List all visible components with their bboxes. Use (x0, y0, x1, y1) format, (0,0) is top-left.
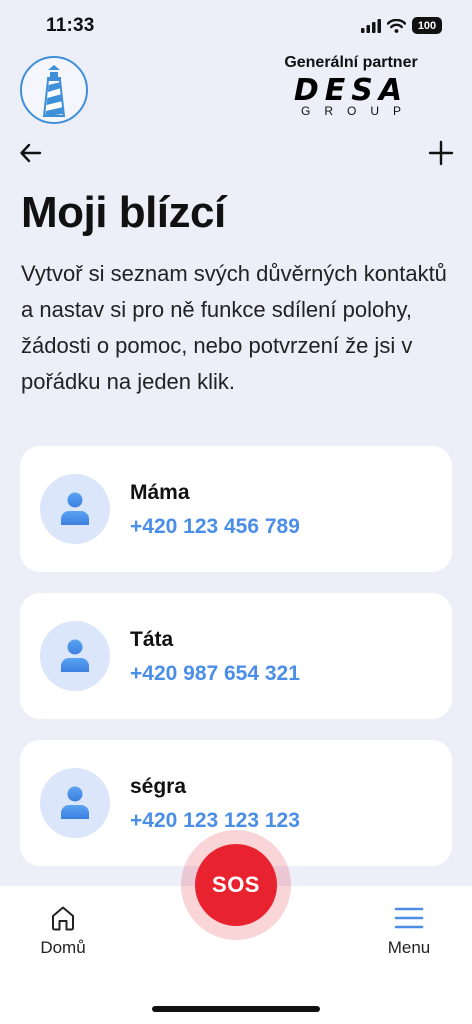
sos-label: SOS (212, 872, 260, 897)
person-icon (61, 639, 89, 672)
battery-level: 100 (417, 19, 437, 32)
wifi-icon (387, 18, 406, 33)
partner-brand-sub: GROUP (300, 104, 415, 118)
plus-icon (428, 140, 454, 166)
status-icons: 100 (361, 17, 442, 34)
sos-button[interactable]: SOS (195, 844, 277, 926)
tab-home[interactable]: Domů (18, 904, 108, 958)
home-icon (52, 906, 74, 931)
partner-branding: Generální partner DESA GROUP (266, 54, 436, 118)
partner-label: Generální partner (284, 54, 418, 71)
person-icon (61, 786, 89, 819)
tab-home-label: Domů (40, 938, 86, 957)
tab-menu[interactable]: Menu (364, 904, 454, 958)
add-contact-button[interactable] (428, 140, 454, 166)
contact-card[interactable]: Máma +420 123 456 789 (20, 446, 452, 572)
back-button[interactable] (18, 140, 44, 166)
avatar (40, 621, 110, 691)
status-bar: 11:33 100 (0, 0, 472, 54)
back-arrow-icon (20, 143, 42, 163)
status-time: 11:33 (46, 15, 95, 36)
contact-card[interactable]: Táta +420 987 654 321 (20, 593, 452, 719)
person-icon (61, 492, 89, 525)
avatar (40, 474, 110, 544)
home-indicator (152, 1006, 320, 1012)
avatar (40, 768, 110, 838)
page-title: Moji blízcí (21, 188, 226, 237)
tab-menu-label: Menu (387, 938, 431, 957)
page-description: Vytvoř si seznam svých důvěrných kontakt… (21, 261, 447, 394)
menu-icon (394, 907, 424, 929)
contact-phone[interactable]: +420 123 456 789 (130, 515, 300, 539)
battery-icon: 100 (412, 17, 442, 34)
contact-phone[interactable]: +420 123 123 123 (130, 809, 300, 833)
lighthouse-logo (20, 56, 88, 124)
contact-phone[interactable]: +420 987 654 321 (130, 662, 300, 686)
contact-name: ségra (130, 775, 187, 798)
nav-row (0, 138, 472, 170)
contact-name: Máma (130, 481, 190, 504)
contact-name: Táta (130, 628, 174, 651)
partner-brand-logo: DESA (293, 73, 409, 108)
signal-icon (361, 18, 381, 33)
